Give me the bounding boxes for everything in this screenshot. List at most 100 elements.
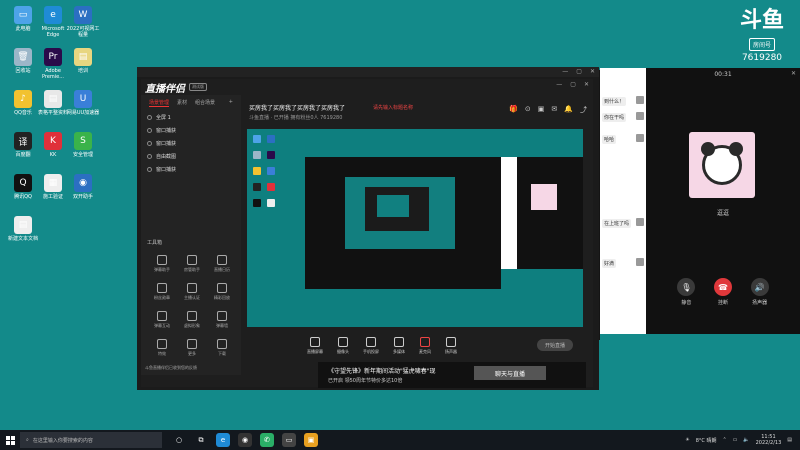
eye-icon[interactable] <box>147 141 152 146</box>
desktop-icon[interactable]: ▤ 表格平整资料 <box>36 90 70 116</box>
desktop-icon[interactable]: U 网易UU加速器 <box>66 90 100 116</box>
eye-icon[interactable] <box>147 115 152 120</box>
notification-icon[interactable]: ▤ <box>787 437 792 443</box>
edge-icon[interactable]: e <box>216 433 230 447</box>
desktop-icon-label: Microsoft Edge <box>41 26 65 38</box>
app-icon: S <box>74 132 92 150</box>
desktop-icon[interactable]: e Microsoft Edge <box>36 6 70 38</box>
close-icon[interactable]: ✕ <box>584 81 589 88</box>
minimize-icon[interactable]: — <box>562 68 568 75</box>
tool-item[interactable]: 弹幕互动 <box>147 311 177 329</box>
add-icon[interactable]: + <box>229 99 233 107</box>
system-tray: ☀ 8°C 晴朗 ⌃ ▭ 🔈 11:51 2022/2/13 ▤ <box>685 430 792 450</box>
tool-item[interactable]: 主播认证 <box>177 283 207 301</box>
screen-capture-button[interactable]: 直播屏幕 <box>307 337 323 355</box>
scene-item[interactable]: 窗口捕获 <box>141 137 241 150</box>
douyu-app-icon[interactable]: ▣ <box>304 433 318 447</box>
eye-icon[interactable] <box>147 128 152 133</box>
mic-button[interactable]: 麦克风 <box>419 337 431 355</box>
tool-item[interactable]: 直播日历 <box>207 255 237 273</box>
tab-materials[interactable]: 素材 <box>177 99 187 107</box>
clock[interactable]: 11:51 2022/2/13 <box>756 434 782 446</box>
scene-item[interactable]: 窗口捕获 <box>141 163 241 176</box>
close-icon[interactable]: ✕ <box>590 68 595 75</box>
desktop-icon[interactable]: 🗑 回收站 <box>6 48 40 74</box>
maximize-icon[interactable]: ▢ <box>576 68 582 75</box>
app-icon[interactable]: ▭ <box>282 433 296 447</box>
obs-icon[interactable]: ◉ <box>238 433 252 447</box>
eye-icon[interactable] <box>147 167 152 172</box>
desktop-icon[interactable]: Pr Adobe Premie... <box>36 48 70 80</box>
message-icon[interactable]: ✉ <box>551 105 557 115</box>
chat-avatar <box>636 96 644 104</box>
minimize-icon[interactable]: — <box>556 81 562 88</box>
cortana-icon[interactable]: ○ <box>172 433 186 447</box>
desktop-icon-label: 百度翻 <box>15 152 31 158</box>
tool-item[interactable]: 下载 <box>207 339 237 357</box>
network-icon[interactable]: ▭ <box>733 437 738 443</box>
desktop-icon[interactable]: ▤ 新建文本文档 <box>6 216 40 242</box>
tool-item[interactable]: 弹幕助手 <box>147 255 177 273</box>
tool-item[interactable]: 房管助手 <box>177 255 207 273</box>
phone-cast-button[interactable]: 手机投屏 <box>363 337 379 355</box>
tab-combo[interactable]: 组合场景 <box>195 99 215 107</box>
record-icon[interactable]: ⊙ <box>525 105 531 115</box>
desktop-icon[interactable]: K KK <box>36 132 70 158</box>
nested-preview <box>305 157 501 289</box>
bell-icon[interactable]: 🔔 <box>564 105 573 115</box>
task-view-icon[interactable]: ⧉ <box>194 433 208 447</box>
app-icon: K <box>44 132 62 150</box>
windows-logo-icon <box>5 435 15 445</box>
tool-icon <box>217 255 227 265</box>
stream-preview[interactable] <box>247 129 583 327</box>
tool-item[interactable]: 粉丝勋章 <box>147 283 177 301</box>
volume-icon[interactable]: 🔈 <box>743 437 749 443</box>
scene-list: 全屏 1 窗口捕获 窗口捕获 自由截图 窗口捕获 <box>141 111 241 176</box>
desktop-icon[interactable]: Q 腾讯QQ <box>6 174 40 200</box>
wechat-icon[interactable]: ✆ <box>260 433 274 447</box>
header-toolbar: 🎁 ⊙ ▣ ✉ 🔔 ⤴ <box>509 105 587 115</box>
start-button[interactable] <box>0 430 20 450</box>
desktop-icon-label: 腾讯QQ <box>14 194 32 200</box>
desktop-icon[interactable]: W 2022可视网工程量 <box>66 6 100 38</box>
desktop-icon[interactable]: ▭ 此电脑 <box>6 6 40 32</box>
desktop-icon[interactable]: 译百度翻 <box>6 132 40 158</box>
tool-item[interactable]: 精彩回放 <box>207 283 237 301</box>
desktop-icon[interactable]: ▦ 施工验证 <box>36 174 70 200</box>
close-icon[interactable]: ✕ <box>791 70 796 77</box>
share-icon[interactable]: ⤴ <box>580 105 587 115</box>
tool-item[interactable]: 弹幕墙 <box>207 311 237 329</box>
screenshot-icon[interactable]: ▣ <box>538 105 545 115</box>
eye-icon[interactable] <box>147 154 152 159</box>
media-button[interactable]: 多媒体 <box>393 337 405 355</box>
tab-scenes[interactable]: 场景管理 <box>149 99 170 107</box>
hangup-button[interactable]: ☎ 挂断 <box>713 278 732 306</box>
desktop-icon[interactable]: ◉ 双开助手 <box>66 174 100 200</box>
speaker-button[interactable]: 🔊 扬声器 <box>750 278 769 306</box>
feedback-hint: 斗鱼直播伴侣已收到您的反馈 <box>145 365 197 370</box>
speaker-button[interactable]: 扬声器 <box>445 337 457 355</box>
tool-item[interactable]: 更多 <box>177 339 207 357</box>
chevron-up-icon[interactable]: ⌃ <box>722 437 726 443</box>
desktop-icon-label: 2022可视网工程量 <box>66 26 100 38</box>
tool-item[interactable]: 特效 <box>147 339 177 357</box>
desktop-icon[interactable]: ♪ QQ音乐 <box>6 90 40 116</box>
gift-icon[interactable]: 🎁 <box>509 105 518 115</box>
maximize-icon[interactable]: ▢ <box>570 81 576 88</box>
tool-item[interactable]: 虚拟形象 <box>177 311 207 329</box>
promo-button[interactable]: 聊天与直播 <box>474 366 546 380</box>
camera-button[interactable]: 摄像头 <box>337 337 349 355</box>
desktop-icon[interactable]: S 安全管理 <box>66 132 100 158</box>
scene-item[interactable]: 自由截图 <box>141 150 241 163</box>
app-icon: W <box>74 6 92 24</box>
scene-item[interactable]: 窗口捕获 <box>141 124 241 137</box>
scene-item[interactable]: 全屏 1 <box>141 111 241 124</box>
mute-button[interactable]: 🎙 静音 <box>677 278 696 306</box>
weather[interactable]: 8°C 晴朗 <box>696 437 717 444</box>
scene-tabs: 场景管理 素材 组合场景 + <box>141 95 241 111</box>
desktop-icon[interactable]: ▤ 培训 <box>66 48 100 74</box>
room-title[interactable]: 买房我了买房我了买房我了买房我了 <box>249 103 345 112</box>
start-live-button[interactable]: 开始直播 <box>537 339 573 351</box>
taskbar-search[interactable]: ⌕ 在这里输入你要搜索的内容 <box>20 432 162 448</box>
promo-banner[interactable]: 《守望先锋》新年期间活动"猛虎啸春"现 已开启 领50周年节特价多达10倍 聊天… <box>318 362 586 388</box>
